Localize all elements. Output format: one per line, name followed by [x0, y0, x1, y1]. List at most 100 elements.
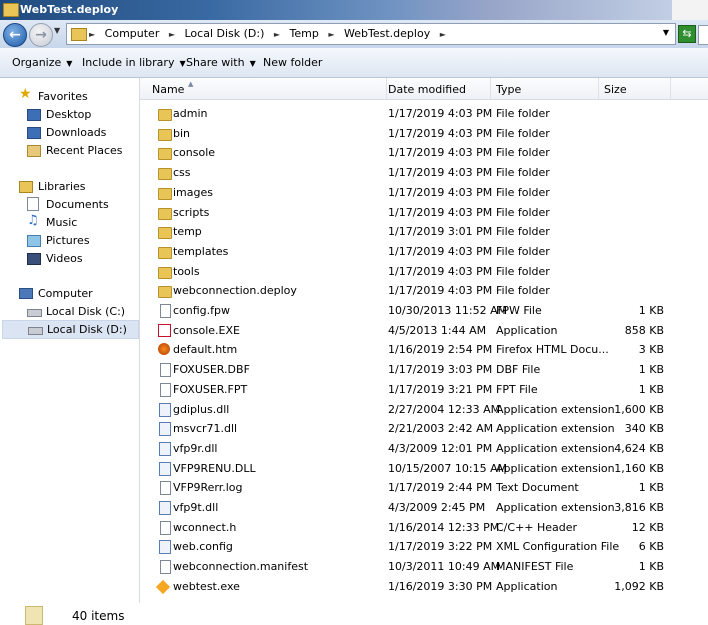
- table-row[interactable]: wconnect.h 1/16/2014 12:33 PM C/C++ Header…: [140, 518, 700, 538]
- table-row[interactable]: webtest.exe 1/16/2019 3:30 PM Application 1…: [140, 577, 700, 597]
- file-date-modified: 1/17/2019 4:03 PM: [388, 166, 493, 180]
- column-header-name[interactable]: Name ▲: [146, 78, 387, 99]
- column-header-date[interactable]: Date modified: [382, 78, 491, 99]
- table-row[interactable]: VFP9RENU.DLL 10/15/2007 10:15 AM Applicati…: [140, 459, 700, 479]
- table-row[interactable]: FOXUSER.DBF 1/17/2019 3:03 PM DBF File 1 KB: [140, 360, 700, 380]
- breadcrumb-computer[interactable]: Computer: [105, 27, 160, 40]
- table-row[interactable]: images 1/17/2019 4:03 PM File folder: [140, 183, 700, 203]
- folder-icon: [3, 3, 19, 17]
- firefox-document-icon: [158, 343, 170, 356]
- file-date-modified: 4/3/2009 2:45 PM: [388, 501, 486, 514]
- folder-icon: [158, 187, 172, 200]
- table-row[interactable]: gdiplus.dll 2/27/2004 12:33 AM Application…: [140, 400, 700, 420]
- nav-item-label: Downloads: [46, 126, 107, 139]
- refresh-button[interactable]: ⇆: [678, 25, 696, 43]
- table-row[interactable]: console 1/17/2019 4:03 PM File folder: [140, 143, 700, 163]
- chevron-right-icon[interactable]: ►: [89, 30, 95, 39]
- column-header-type[interactable]: Type: [490, 78, 599, 99]
- folder-icon: [158, 246, 172, 259]
- organize-menu[interactable]: Organize ▼: [12, 56, 72, 69]
- document-icon: [160, 382, 171, 397]
- nav-item-local-disk-d[interactable]: Local Disk (D:): [2, 320, 139, 339]
- file-date-modified: 4/5/2013 1:44 AM: [388, 323, 487, 337]
- chevron-right-icon[interactable]: ►: [440, 30, 446, 39]
- file-name: webconnection.manifest: [173, 560, 309, 574]
- file-type: DBF File: [496, 363, 541, 377]
- address-bar[interactable]: ► Computer ► Local Disk (D:) ► Temp ► We…: [66, 23, 676, 45]
- breadcrumb: ► Computer ► Local Disk (D:) ► Temp ► We…: [89, 27, 452, 40]
- table-row[interactable]: webconnection.manifest 10/3/2011 10:49 AM…: [140, 557, 700, 577]
- file-type: Application extension: [496, 441, 615, 455]
- recent-pages-dropdown[interactable]: ▼: [54, 26, 60, 35]
- table-row[interactable]: css 1/17/2019 4:03 PM File folder: [140, 163, 700, 183]
- table-row[interactable]: VFP9Rerr.log 1/17/2019 2:44 PM Text Docume…: [140, 478, 700, 498]
- nav-item-label: Local Disk (C:): [46, 305, 126, 318]
- breadcrumb-webtest-deploy[interactable]: WebTest.deploy: [344, 27, 430, 40]
- forward-button[interactable]: →: [29, 23, 53, 47]
- folder-icon: [158, 286, 172, 299]
- share-with-menu[interactable]: Share with ▼: [186, 56, 256, 69]
- chevron-right-icon[interactable]: ►: [169, 30, 175, 39]
- file-name: scripts: [173, 205, 210, 219]
- documents-icon: [27, 197, 39, 211]
- breadcrumb-local-disk-d[interactable]: Local Disk (D:): [185, 27, 265, 40]
- file-name: webconnection.deploy: [173, 284, 297, 298]
- chevron-right-icon[interactable]: ►: [328, 30, 334, 39]
- table-row[interactable]: vfp9r.dll 4/3/2009 12:01 PM Application ex…: [140, 439, 700, 459]
- file-date-modified: 2/21/2003 2:42 AM: [388, 422, 494, 436]
- table-row[interactable]: admin 1/17/2019 4:03 PM File folder: [140, 104, 700, 124]
- table-row[interactable]: tools 1/17/2019 4:03 PM File folder: [140, 262, 700, 282]
- back-button[interactable]: ←: [3, 23, 27, 47]
- file-name: admin: [173, 107, 208, 120]
- file-name: wconnect.h: [173, 520, 237, 534]
- table-row[interactable]: bin 1/17/2019 4:03 PM File folder: [140, 124, 700, 144]
- chevron-right-icon[interactable]: ►: [274, 30, 280, 39]
- table-row[interactable]: scripts 1/17/2019 4:03 PM File folder: [140, 203, 700, 223]
- file-type: File folder: [496, 126, 550, 140]
- file-type: Text Document: [496, 481, 579, 495]
- file-size: 340 KB: [624, 422, 664, 436]
- table-row[interactable]: default.htm 1/16/2019 2:54 PM Firefox HTML…: [140, 340, 700, 360]
- chevron-down-icon[interactable]: ▼: [663, 28, 669, 37]
- folder-icon: [158, 109, 172, 121]
- chevron-down-icon: ▼: [66, 59, 73, 68]
- file-type: File folder: [496, 225, 550, 239]
- table-row[interactable]: msvcr71.dll 2/21/2003 2:42 AM Application …: [140, 419, 700, 439]
- dll-icon: [159, 441, 171, 456]
- column-name-label: Name: [152, 83, 185, 96]
- table-row[interactable]: templates 1/17/2019 4:03 PM File folder: [140, 242, 700, 262]
- document-icon: [160, 363, 171, 378]
- new-folder-button[interactable]: New folder: [263, 56, 322, 69]
- downloads-icon: [27, 127, 41, 139]
- table-row[interactable]: console.EXE 4/5/2013 1:44 AM Application 85…: [140, 321, 700, 341]
- file-type: Application extension: [496, 422, 615, 436]
- table-row[interactable]: temp 1/17/2019 3:01 PM File folder: [140, 222, 700, 242]
- file-date-modified: 1/17/2019 4:03 PM: [388, 244, 493, 258]
- videos-icon: [27, 253, 41, 265]
- table-row[interactable]: vfp9t.dll 4/3/2009 2:45 PM Application ext…: [140, 498, 700, 518]
- file-date-modified: 1/16/2019 3:30 PM: [388, 579, 493, 593]
- table-row[interactable]: webconnection.deploy 1/17/2019 4:03 PM Fil…: [140, 281, 700, 301]
- vfp-app-icon: [158, 323, 171, 337]
- music-icon: ♫: [27, 213, 39, 228]
- file-name: config.fpw: [173, 304, 231, 317]
- search-box[interactable]: [698, 25, 708, 45]
- file-name: webtest.exe: [173, 579, 240, 593]
- file-name: FOXUSER.DBF: [173, 363, 250, 377]
- file-type: File folder: [496, 185, 550, 199]
- column-header-size[interactable]: Size: [598, 78, 671, 99]
- file-type: MANIFEST File: [496, 560, 574, 574]
- table-row[interactable]: FOXUSER.FPT 1/17/2019 3:21 PM FPT File 1 KB: [140, 380, 700, 400]
- breadcrumb-temp[interactable]: Temp: [290, 27, 319, 40]
- sort-up-icon: ▲: [188, 80, 194, 88]
- file-date-modified: 1/17/2019 4:03 PM: [388, 205, 493, 219]
- new-folder-label: New folder: [263, 56, 323, 69]
- command-bar: Organize ▼ Include in library ▼ Share with…: [0, 48, 708, 78]
- header-file-icon: [160, 520, 171, 535]
- table-row[interactable]: config.fpw 10/30/2013 11:52 AM FPW File 1 K…: [140, 301, 700, 321]
- include-in-library-menu[interactable]: Include in library ▼: [82, 56, 186, 69]
- column-type-label: Type: [496, 83, 522, 96]
- table-row[interactable]: web.config 1/17/2019 3:22 PM XML Configura…: [140, 537, 700, 557]
- share-with-label: Share with: [186, 56, 245, 69]
- file-size: 1 KB: [638, 382, 664, 396]
